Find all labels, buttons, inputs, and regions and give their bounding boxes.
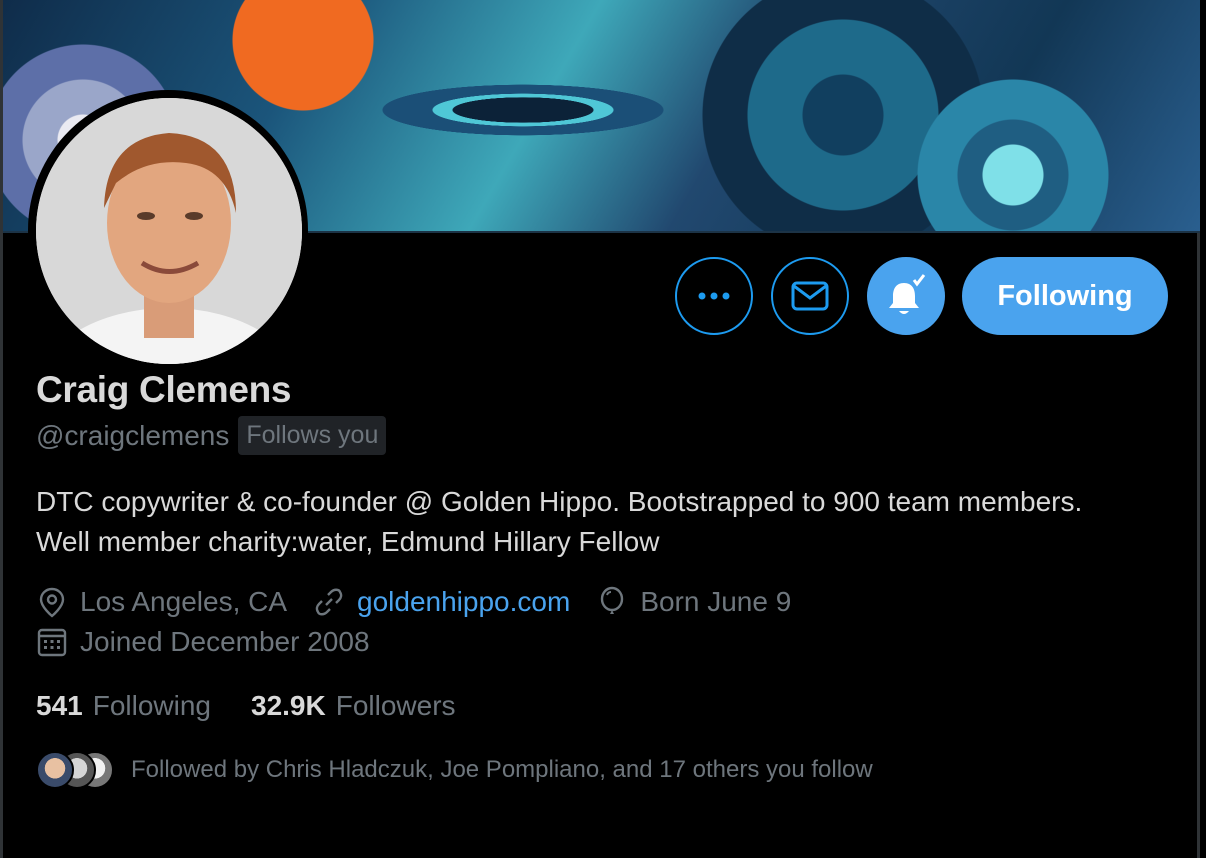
message-button[interactable] — [771, 257, 849, 335]
handle-row: @craigclemens Follows you — [36, 416, 387, 455]
followers-count: 32.9K — [251, 690, 326, 721]
balloon-icon — [601, 586, 624, 614]
calendar-icon — [37, 628, 67, 657]
following-count: 541 — [36, 690, 83, 721]
username-handle: @craigclemens — [36, 419, 230, 451]
birthday: Born June 9 — [596, 586, 791, 618]
followers-count-link[interactable]: 32.9K Followers — [251, 690, 456, 722]
profile-meta-row: Los Angeles, CA goldenhippo.com Born Jun… — [36, 586, 817, 618]
followers-you-know[interactable]: Followed by Chris Hladczuk, Joe Pomplian… — [36, 751, 873, 789]
followers-label: Followers — [335, 690, 456, 721]
envelope-icon — [791, 281, 829, 311]
following-count-link[interactable]: 541 Following — [36, 690, 211, 722]
website[interactable]: goldenhippo.com — [313, 586, 570, 618]
birthday-text: Born June 9 — [640, 586, 792, 617]
link-icon — [315, 588, 343, 616]
more-horizontal-icon — [698, 292, 730, 300]
mutual-avatars — [36, 751, 114, 789]
bell-check-icon — [889, 274, 926, 314]
website-link[interactable]: goldenhippo.com — [357, 586, 570, 618]
follow-counts: 541 Following 32.9K Followers — [36, 690, 496, 722]
follows-you-badge: Follows you — [238, 416, 387, 455]
profile-meta-row-2: Joined December 2008 — [36, 626, 396, 658]
following-label: Following — [92, 690, 211, 721]
join-date: Joined December 2008 — [36, 626, 370, 658]
mutual-avatar — [36, 751, 74, 789]
location: Los Angeles, CA — [36, 586, 287, 618]
notifications-button[interactable] — [867, 257, 945, 335]
joined-text: Joined December 2008 — [80, 626, 370, 657]
location-text: Los Angeles, CA — [80, 586, 288, 617]
profile-bio: DTC copywriter & co-founder @ Golden Hip… — [36, 486, 1083, 557]
followed-by-text: Followed by Chris Hladczuk, Joe Pomplian… — [131, 756, 873, 783]
avatar[interactable] — [36, 98, 302, 364]
avatar-portrait — [36, 98, 302, 364]
more-options-button[interactable] — [675, 257, 753, 335]
following-button[interactable]: Following — [962, 257, 1168, 335]
display-name: Craig Clemens — [36, 369, 292, 410]
location-pin-icon — [39, 587, 65, 618]
